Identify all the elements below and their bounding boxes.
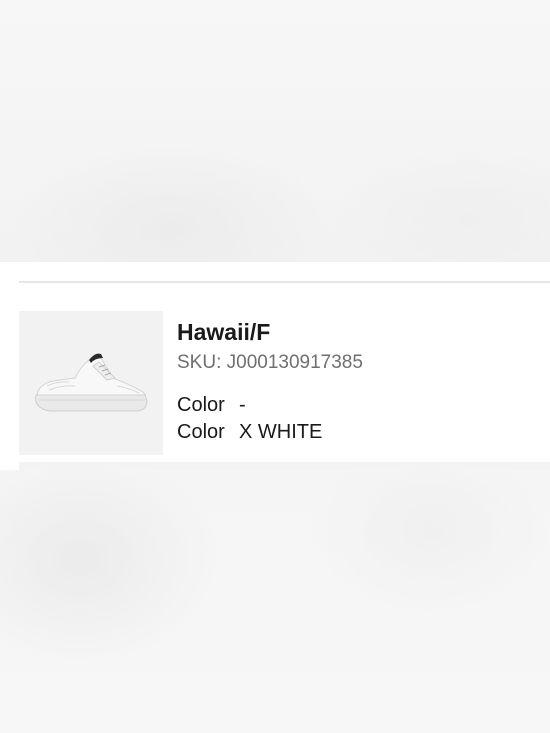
product-name[interactable]: Hawaii/F xyxy=(177,317,537,347)
attribute-value: - xyxy=(239,394,246,416)
blurred-background-bottom xyxy=(0,470,550,733)
sneaker-image-icon xyxy=(34,353,148,412)
product-attributes: Color - Color X WHITE xyxy=(177,392,537,446)
blurred-background-top xyxy=(0,0,550,262)
attribute-label: Color xyxy=(177,394,225,416)
product-thumbnail[interactable] xyxy=(19,311,163,455)
attribute-label: Color xyxy=(177,421,225,443)
product-sku: SKU: J000130917385 xyxy=(177,352,363,373)
next-item-edge xyxy=(19,462,550,470)
product-info: Hawaii/F SKU: J000130917385 Color - Colo… xyxy=(177,317,537,446)
attribute-value: X WHITE xyxy=(239,421,323,443)
product-card: Hawaii/F SKU: J000130917385 Color - Colo… xyxy=(0,262,550,470)
divider xyxy=(19,281,550,283)
page: Hawaii/F SKU: J000130917385 Color - Colo… xyxy=(0,0,550,733)
attribute-row: Color - xyxy=(177,392,537,419)
attribute-row: Color X WHITE xyxy=(177,419,537,446)
